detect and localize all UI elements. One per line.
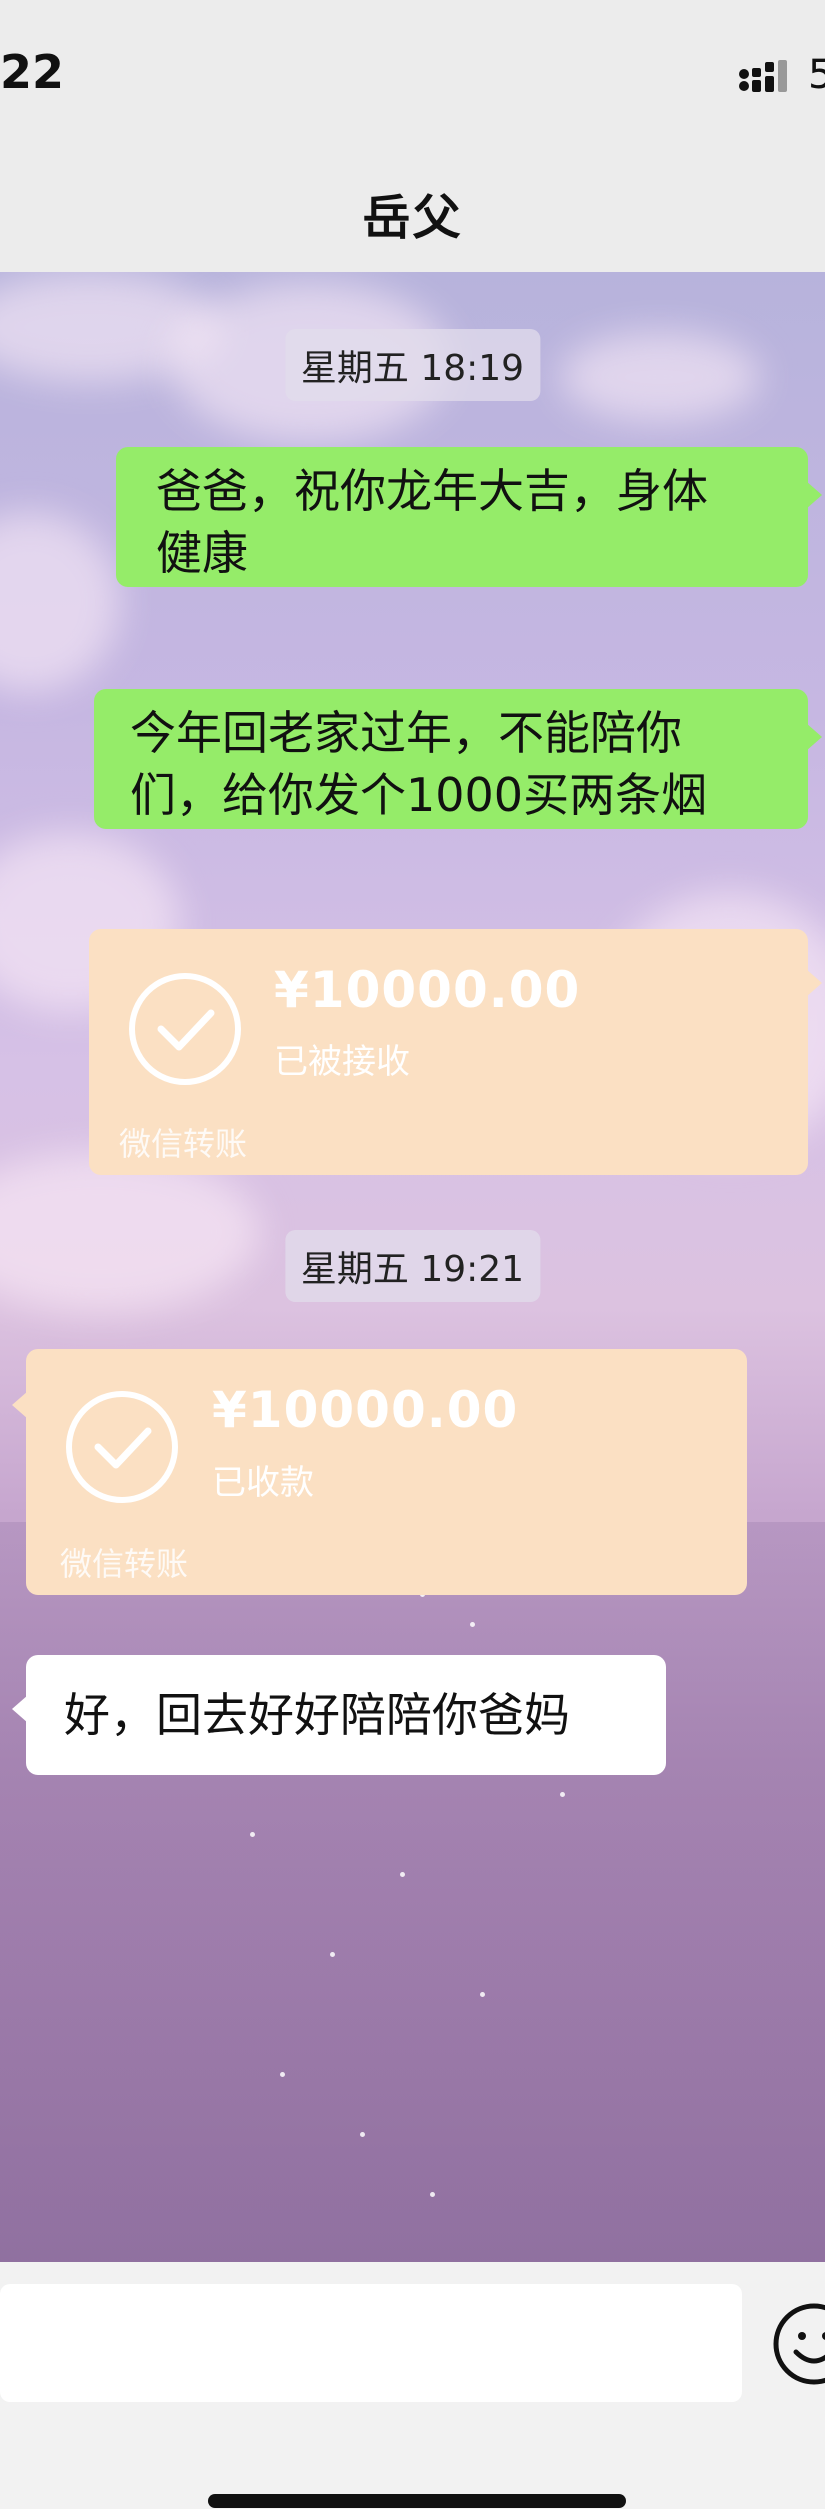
message-line: 健康	[156, 526, 248, 580]
status-time: 22	[0, 45, 65, 99]
message-bubble-sent[interactable]: 爸爸，祝你龙年大吉，身体 健康	[116, 447, 822, 587]
transfer-status: 已收款	[212, 1463, 314, 1503]
input-bar	[0, 2262, 825, 2509]
check-circle-icon	[66, 1391, 178, 1503]
check-circle-icon	[129, 973, 241, 1085]
status-bar: 22 5	[0, 0, 825, 150]
transfer-label: 微信转账	[60, 1545, 189, 1583]
message-line: 今年回老家过年，不能陪你	[130, 706, 682, 760]
chat-title[interactable]: 岳父	[0, 178, 825, 248]
battery-level: 5	[808, 52, 825, 98]
message-line: 好，回去好好陪陪你爸妈	[64, 1688, 570, 1742]
message-bubble-received[interactable]: 好，回去好好陪陪你爸妈	[12, 1655, 666, 1775]
transfer-amount: ¥10000.00	[274, 961, 581, 1019]
emoji-icon[interactable]	[772, 2302, 825, 2386]
timestamp: 星期五 19:21	[284, 1230, 541, 1302]
signal-bars-icon	[739, 60, 787, 92]
message-line: 爸爸，祝你龙年大吉，身体	[156, 464, 708, 518]
timestamp: 星期五 18:19	[284, 329, 541, 401]
chat-background[interactable]: 星期五 18:19 爸爸，祝你龙年大吉，身体 健康 今年回老家过年，不能陪你 们…	[0, 272, 825, 2262]
transfer-card-received[interactable]: ¥10000.00 已收款 微信转账	[12, 1349, 747, 1595]
home-indicator	[208, 2494, 626, 2508]
message-input[interactable]	[0, 2284, 742, 2402]
message-bubble-sent[interactable]: 今年回老家过年，不能陪你 们，给你发个1000买两条烟	[94, 689, 822, 829]
transfer-amount: ¥10000.00	[212, 1381, 519, 1439]
message-line: 们，给你发个1000买两条烟	[130, 768, 708, 822]
transfer-label: 微信转账	[119, 1125, 248, 1163]
transfer-card-sent[interactable]: ¥10000.00 已被接收 微信转账	[89, 929, 822, 1175]
transfer-status: 已被接收	[274, 1042, 410, 1082]
